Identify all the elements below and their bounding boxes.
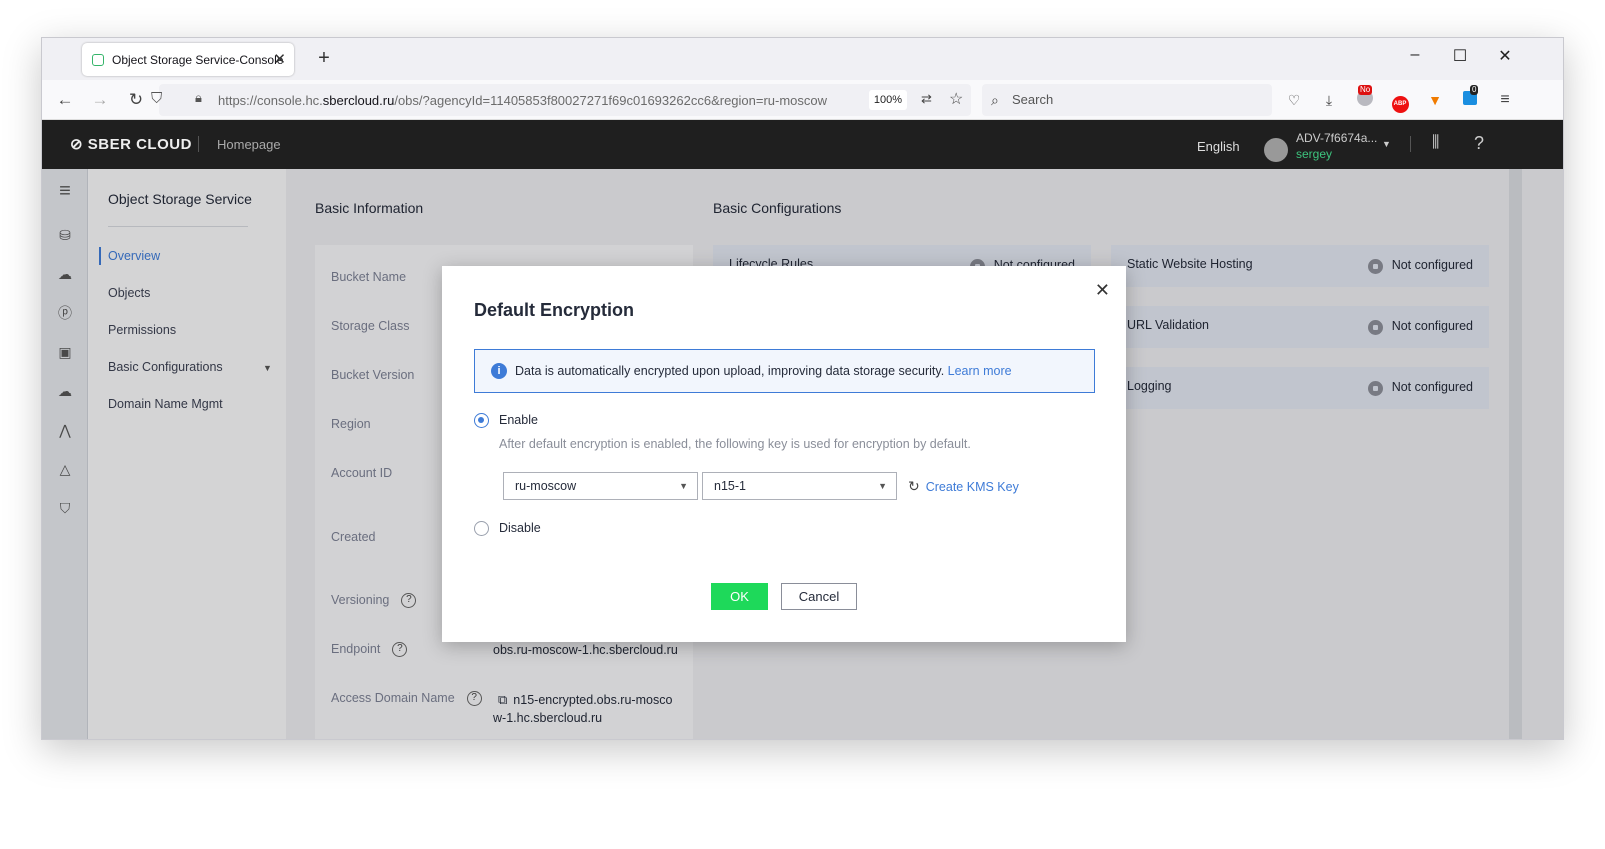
tab-close-icon[interactable]: ✕ [273, 50, 286, 68]
pocket-icon[interactable]: ♡ [1284, 90, 1304, 110]
reload-icon[interactable]: ↻ [124, 88, 148, 112]
address-bar[interactable]: ⛉ 🔒︎ https://console.hc.sbercloud.ru/obs… [151, 84, 971, 116]
back-icon[interactable]: ← [53, 88, 77, 112]
logo-check-icon: ⊘ [70, 136, 84, 153]
dialog-title: Default Encryption [474, 300, 635, 320]
language-selector[interactable]: English [1197, 139, 1240, 154]
kms-key-select[interactable]: n15-1 ▼ [702, 472, 897, 500]
maximize-icon[interactable]: ☐ [1445, 46, 1475, 66]
search-icon: ⌕ [991, 92, 999, 108]
adblock-plus-icon[interactable]: ABP [1390, 90, 1410, 113]
zoom-level[interactable]: 100% [869, 90, 907, 110]
console-header: ⊘ SBER CLOUD Homepage English ADV-7f6674… [42, 120, 1563, 169]
lock-icon[interactable]: 🔒︎ [195, 90, 202, 106]
vpn-extension-icon[interactable]: ▼ [1425, 90, 1445, 110]
chevron-down-icon: ▼ [878, 481, 887, 491]
new-tab-button[interactable]: + [312, 47, 336, 70]
header-divider-right [1410, 136, 1411, 152]
nav-toolbar: ← → ↻ ⛉ 🔒︎ https://console.hc.sbercloud.… [42, 80, 1563, 120]
minimize-icon[interactable]: – [1400, 46, 1430, 64]
ok-button[interactable]: OK [711, 583, 768, 610]
avatar[interactable] [1264, 138, 1288, 162]
notification-extension-icon[interactable]: 0 [1460, 85, 1480, 110]
shield-icon[interactable]: ⛉ [151, 90, 162, 107]
account-name[interactable]: ADV-7f6674a... [1296, 131, 1377, 145]
default-encryption-dialog: Default Encryption ✕ i Data is automatic… [442, 266, 1126, 642]
site-favicon-icon [92, 53, 104, 66]
translate-icon[interactable]: ⇄ [921, 91, 932, 107]
noscript-extension-icon[interactable]: No [1355, 85, 1375, 110]
dashboard-icon[interactable]: ⫼ [1432, 134, 1439, 152]
info-icon: i [491, 363, 507, 379]
enable-radio[interactable] [474, 413, 489, 428]
info-text: Data is automatically encrypted upon upl… [515, 364, 945, 378]
window-close-icon[interactable]: ✕ [1490, 46, 1520, 66]
dialog-close-icon[interactable]: ✕ [1095, 280, 1110, 301]
help-icon[interactable]: ? [1474, 133, 1484, 154]
header-divider [198, 136, 199, 152]
tab-title: Object Storage Service-Console [112, 52, 284, 67]
account-chevron-down-icon[interactable]: ▼ [1382, 139, 1391, 149]
homepage-link[interactable]: Homepage [217, 137, 281, 152]
learn-more-link[interactable]: Learn more [948, 364, 1012, 378]
bookmark-star-icon[interactable]: ☆ [949, 89, 963, 109]
url-text[interactable]: https://console.hc.sbercloud.ru/obs/?age… [218, 93, 858, 108]
notification-badge: 0 [1470, 85, 1479, 95]
browser-tab[interactable]: Object Storage Service-Console ✕ [82, 43, 294, 76]
menu-hamburger-icon[interactable]: ≡ [1495, 90, 1515, 110]
cancel-button[interactable]: Cancel [781, 583, 857, 610]
noscript-badge: No [1358, 85, 1373, 95]
user-name[interactable]: sergey [1296, 147, 1332, 161]
disable-radio[interactable] [474, 521, 489, 536]
refresh-icon[interactable]: ↻ [908, 478, 920, 494]
chevron-down-icon: ▼ [679, 481, 688, 491]
tab-strip: Object Storage Service-Console ✕ + – ☐ ✕ [42, 38, 1563, 80]
enable-hint: After default encryption is enabled, the… [499, 437, 971, 451]
sbercloud-logo[interactable]: ⊘ SBER CLOUD [70, 135, 192, 153]
download-icon[interactable]: ⤓ [1319, 90, 1339, 110]
region-select[interactable]: ru-moscow ▼ [503, 472, 698, 500]
create-kms-key-link[interactable]: ↻ Create KMS Key [908, 478, 1019, 495]
info-banner: i Data is automatically encrypted upon u… [474, 349, 1095, 393]
forward-icon[interactable]: → [88, 88, 112, 112]
disable-label[interactable]: Disable [499, 521, 541, 535]
search-input[interactable]: ⌕ Search [982, 84, 1272, 116]
enable-label[interactable]: Enable [499, 413, 538, 427]
